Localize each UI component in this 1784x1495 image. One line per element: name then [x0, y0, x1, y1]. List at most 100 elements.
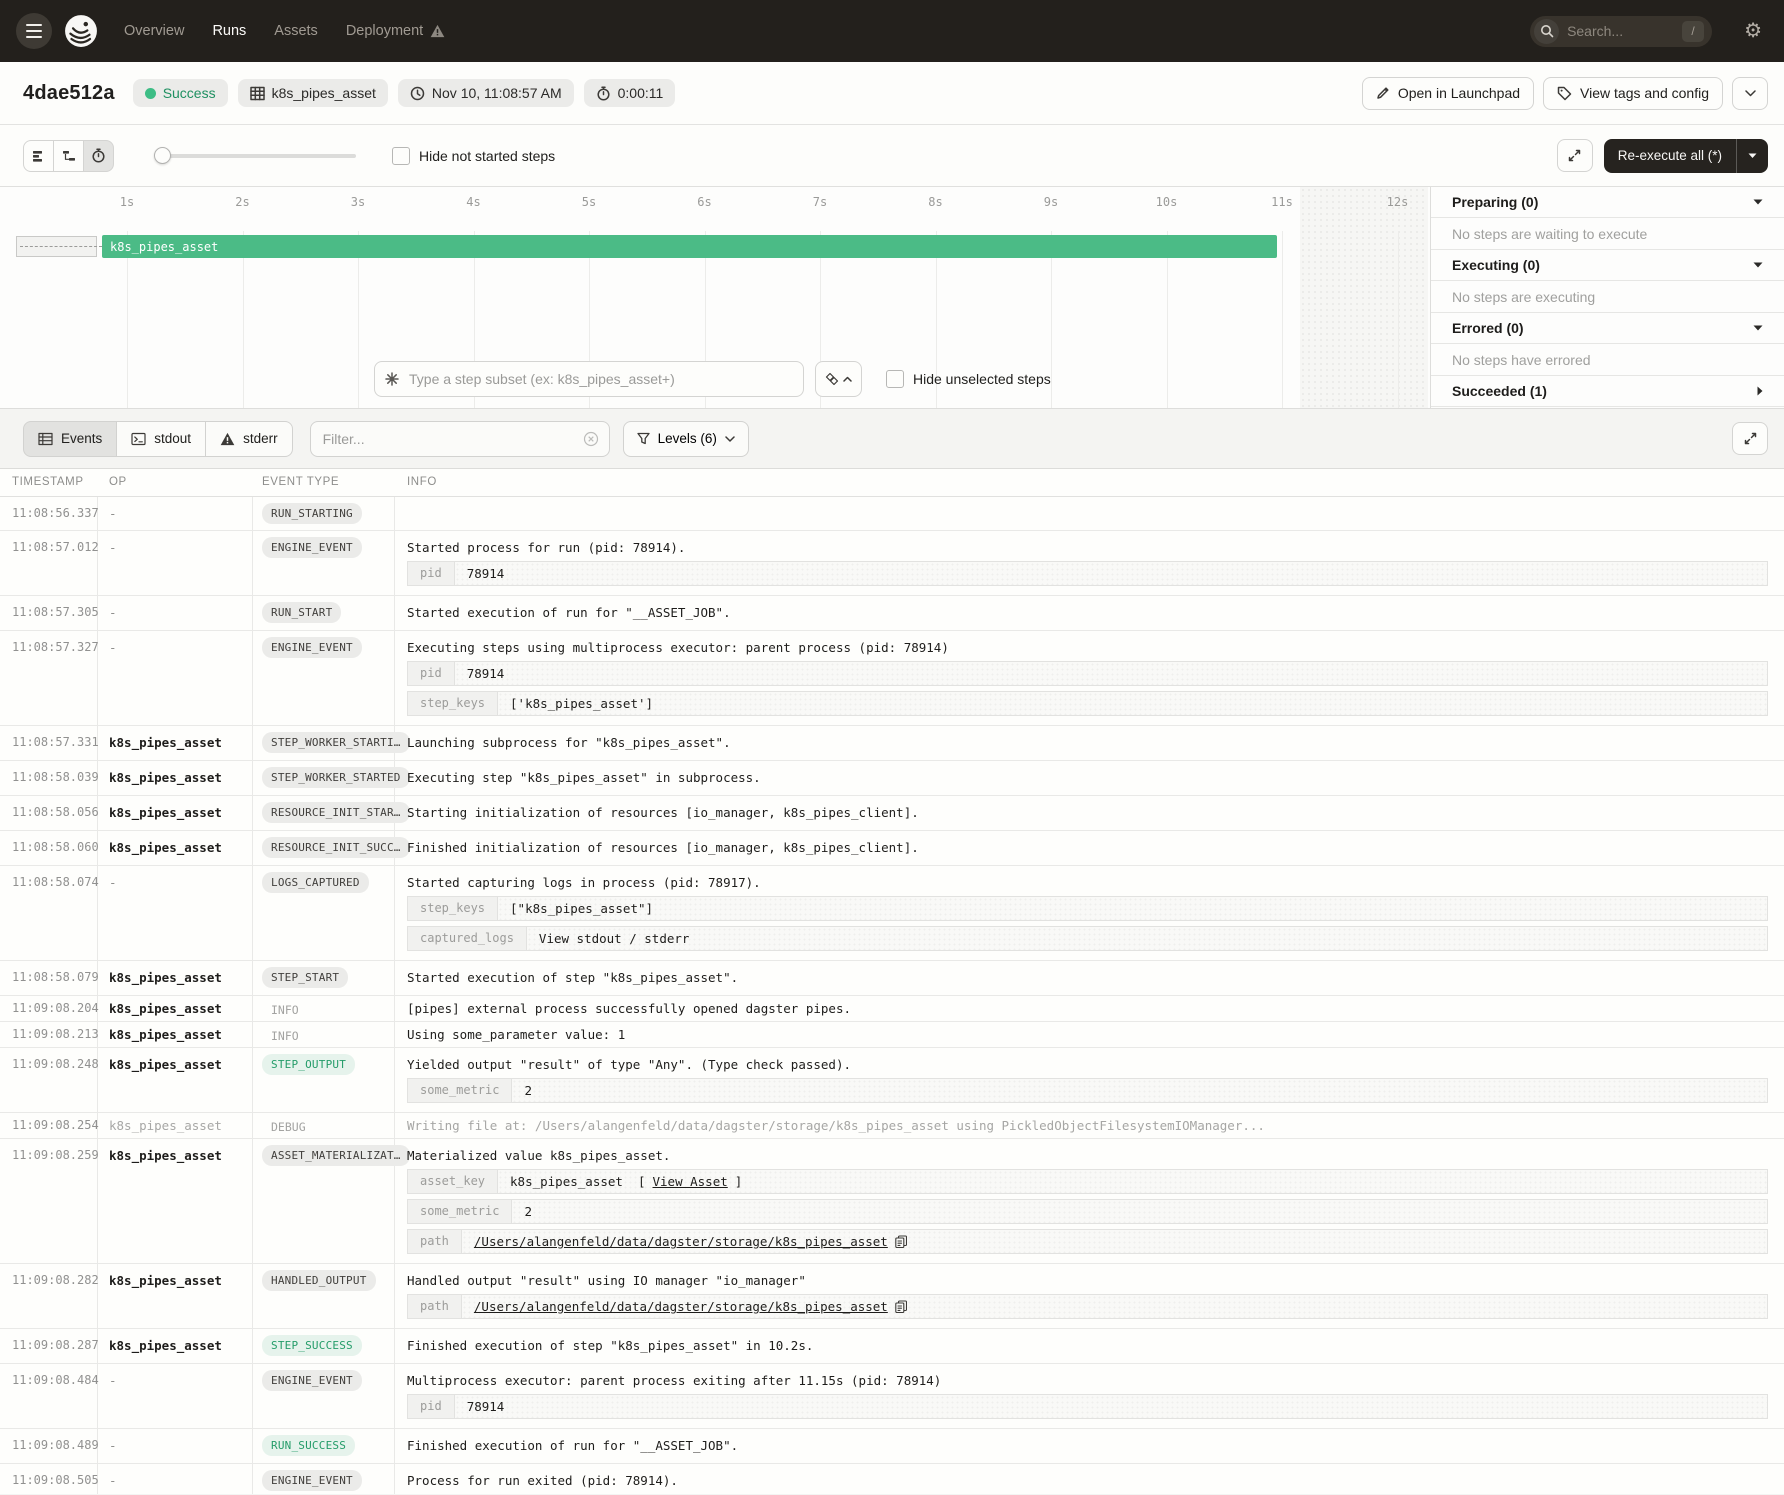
event-timestamp[interactable]: 11:09:08.213 — [0, 1022, 98, 1047]
event-timestamp[interactable]: 11:09:08.505 — [0, 1464, 98, 1494]
event-timestamp[interactable]: 11:08:58.060 — [0, 831, 98, 865]
event-timestamp[interactable]: 11:09:08.204 — [0, 996, 98, 1021]
step-name-link[interactable]: k8s_pipes_asset — [109, 970, 222, 985]
step-name-link[interactable]: k8s_pipes_asset — [109, 805, 222, 820]
tab-label: Events — [61, 431, 102, 446]
view-tags-config-button[interactable]: View tags and config — [1543, 77, 1723, 110]
open-in-launchpad-button[interactable]: Open in Launchpad — [1362, 77, 1534, 110]
levels-dropdown-button[interactable]: Levels (6) — [623, 421, 749, 457]
event-message: Executing steps using multiprocess execu… — [407, 639, 1770, 656]
clear-filter-icon[interactable] — [583, 431, 599, 447]
event-info-cell: Using some_parameter value: 1 — [395, 1022, 1784, 1047]
hamburger-menu-button[interactable] — [16, 13, 52, 49]
copy-icon[interactable] — [895, 1300, 907, 1313]
event-timestamp[interactable]: 11:09:08.248 — [0, 1048, 98, 1112]
event-timestamp[interactable]: 11:08:57.305 — [0, 596, 98, 630]
panel-section-header[interactable]: Succeeded (1) — [1431, 376, 1784, 407]
event-row: 11:08:57.331k8s_pipes_assetSTEP_WORKER_S… — [0, 726, 1784, 761]
event-message: Using some_parameter value: 1 — [407, 1026, 1770, 1043]
expand-icon — [1743, 431, 1758, 446]
metadata-link[interactable]: /Users/alangenfeld/data/dagster/storage/… — [474, 1234, 888, 1249]
event-type-cell: ENGINE_EVENT — [253, 1364, 395, 1428]
metadata-key: some_metric — [408, 1200, 512, 1223]
tab-events[interactable]: Events — [23, 421, 117, 457]
metadata-key: captured_logs — [408, 927, 527, 950]
step-name-link[interactable]: k8s_pipes_asset — [109, 1027, 222, 1042]
step-name-link[interactable]: k8s_pipes_asset — [109, 840, 222, 855]
event-info-cell: Starting initialization of resources [io… — [395, 796, 1784, 830]
log-tabs: Events stdoutstderr — [23, 421, 293, 457]
metadata-link[interactable]: /Users/alangenfeld/data/dagster/storage/… — [474, 1299, 888, 1314]
panel-section-header[interactable]: Errored (0) — [1431, 313, 1784, 344]
event-timestamp[interactable]: 11:09:08.259 — [0, 1139, 98, 1263]
event-timestamp[interactable]: 11:08:57.327 — [0, 631, 98, 725]
timeline-tick-label: 3s — [351, 195, 365, 209]
step-name-link[interactable]: k8s_pipes_asset — [109, 770, 222, 785]
panel-section-header[interactable]: Executing (0) — [1431, 250, 1784, 281]
event-timestamp[interactable]: 11:08:57.331 — [0, 726, 98, 760]
graph-query-toggle-button[interactable] — [815, 361, 862, 397]
events-fullscreen-button[interactable] — [1732, 422, 1768, 455]
nav-link-assets[interactable]: Assets — [274, 23, 318, 39]
step-name-link[interactable]: k8s_pipes_asset — [109, 1118, 222, 1133]
event-timestamp[interactable]: 11:08:58.056 — [0, 796, 98, 830]
step-name-link[interactable]: k8s_pipes_asset — [109, 1057, 222, 1072]
step-name-link[interactable]: k8s_pipes_asset — [109, 1338, 222, 1353]
reexecute-all-button[interactable]: Re-execute all (*) — [1604, 139, 1768, 173]
events-bar: Events stdoutstderr Levels (6) — [0, 409, 1784, 468]
copy-icon[interactable] — [895, 1235, 907, 1248]
gantt-fullscreen-button[interactable] — [1557, 139, 1593, 172]
event-timestamp[interactable]: 11:09:08.254 — [0, 1113, 98, 1138]
job-tag[interactable]: k8s_pipes_asset — [238, 79, 388, 107]
run-actions-dropdown-button[interactable] — [1732, 77, 1768, 110]
event-message: Started execution of run for "__ASSET_JO… — [407, 604, 1770, 621]
event-timestamp[interactable]: 11:09:08.282 — [0, 1264, 98, 1328]
caret-down-icon — [1753, 325, 1763, 331]
filter-input[interactable] — [321, 430, 583, 448]
step-subset-input[interactable] — [407, 370, 793, 388]
tab-stdout[interactable]: stdout — [116, 421, 206, 457]
nav-link-deployment[interactable]: Deployment — [346, 23, 445, 39]
dagster-logo[interactable] — [64, 14, 98, 48]
view-asset-link[interactable]: View Asset — [653, 1174, 728, 1189]
event-timestamp[interactable]: 11:08:58.074 — [0, 866, 98, 960]
slider-knob[interactable] — [154, 147, 171, 164]
step-name-link[interactable]: k8s_pipes_asset — [109, 1273, 222, 1288]
start-time-tag: Nov 10, 11:08:57 AM — [398, 79, 574, 107]
hide-unselected-checkbox[interactable] — [886, 370, 904, 388]
metadata-value: ["k8s_pipes_asset"] — [498, 897, 1767, 920]
gantt-split: 1s2s3s4s5s6s7s8s9s10s11s12s k8s_pipes_as… — [0, 187, 1784, 409]
reexecute-dropdown-caret[interactable] — [1736, 139, 1768, 173]
event-timestamp[interactable]: 11:09:08.484 — [0, 1364, 98, 1428]
event-timestamp[interactable]: 11:08:58.079 — [0, 961, 98, 995]
step-name-link[interactable]: k8s_pipes_asset — [109, 735, 222, 750]
event-op-cell: - — [98, 531, 253, 595]
gantt-step-bar[interactable]: k8s_pipes_asset — [102, 235, 1277, 258]
metadata-entry: pid78914 — [407, 561, 1768, 586]
event-info-cell: Writing file at: /Users/alangenfeld/data… — [395, 1113, 1784, 1138]
metadata-text: View stdout / stderr — [539, 931, 690, 946]
gantt-zoom-slider[interactable] — [156, 154, 356, 158]
event-message: Handled output "result" using IO manager… — [407, 1272, 1770, 1289]
event-timestamp[interactable]: 11:09:08.489 — [0, 1429, 98, 1463]
panel-section-header[interactable]: Preparing (0) — [1431, 187, 1784, 218]
nav-link-runs[interactable]: Runs — [212, 23, 246, 39]
search-input[interactable]: Search... / — [1530, 16, 1712, 47]
event-timestamp[interactable]: 11:09:08.287 — [0, 1329, 98, 1363]
nav-link-overview[interactable]: Overview — [124, 23, 184, 39]
hide-not-started-checkbox[interactable] — [392, 147, 410, 165]
event-row: 11:08:58.079k8s_pipes_assetSTEP_STARTSta… — [0, 961, 1784, 996]
event-timestamp[interactable]: 11:08:56.337 — [0, 497, 98, 530]
metadata-text: ["k8s_pipes_asset"] — [510, 901, 653, 916]
step-name-link[interactable]: k8s_pipes_asset — [109, 1148, 222, 1163]
timeline-tick-label: 6s — [697, 195, 711, 209]
waterfall-mode-button[interactable] — [53, 140, 84, 172]
timed-mode-button[interactable] — [83, 140, 114, 172]
event-op-cell: - — [98, 1429, 253, 1463]
flat-mode-button[interactable] — [23, 140, 54, 172]
gear-icon[interactable]: ⚙ — [1738, 20, 1768, 42]
tab-stderr[interactable]: stderr — [205, 421, 293, 457]
event-timestamp[interactable]: 11:08:57.012 — [0, 531, 98, 595]
step-name-link[interactable]: k8s_pipes_asset — [109, 1001, 222, 1016]
event-timestamp[interactable]: 11:08:58.039 — [0, 761, 98, 795]
